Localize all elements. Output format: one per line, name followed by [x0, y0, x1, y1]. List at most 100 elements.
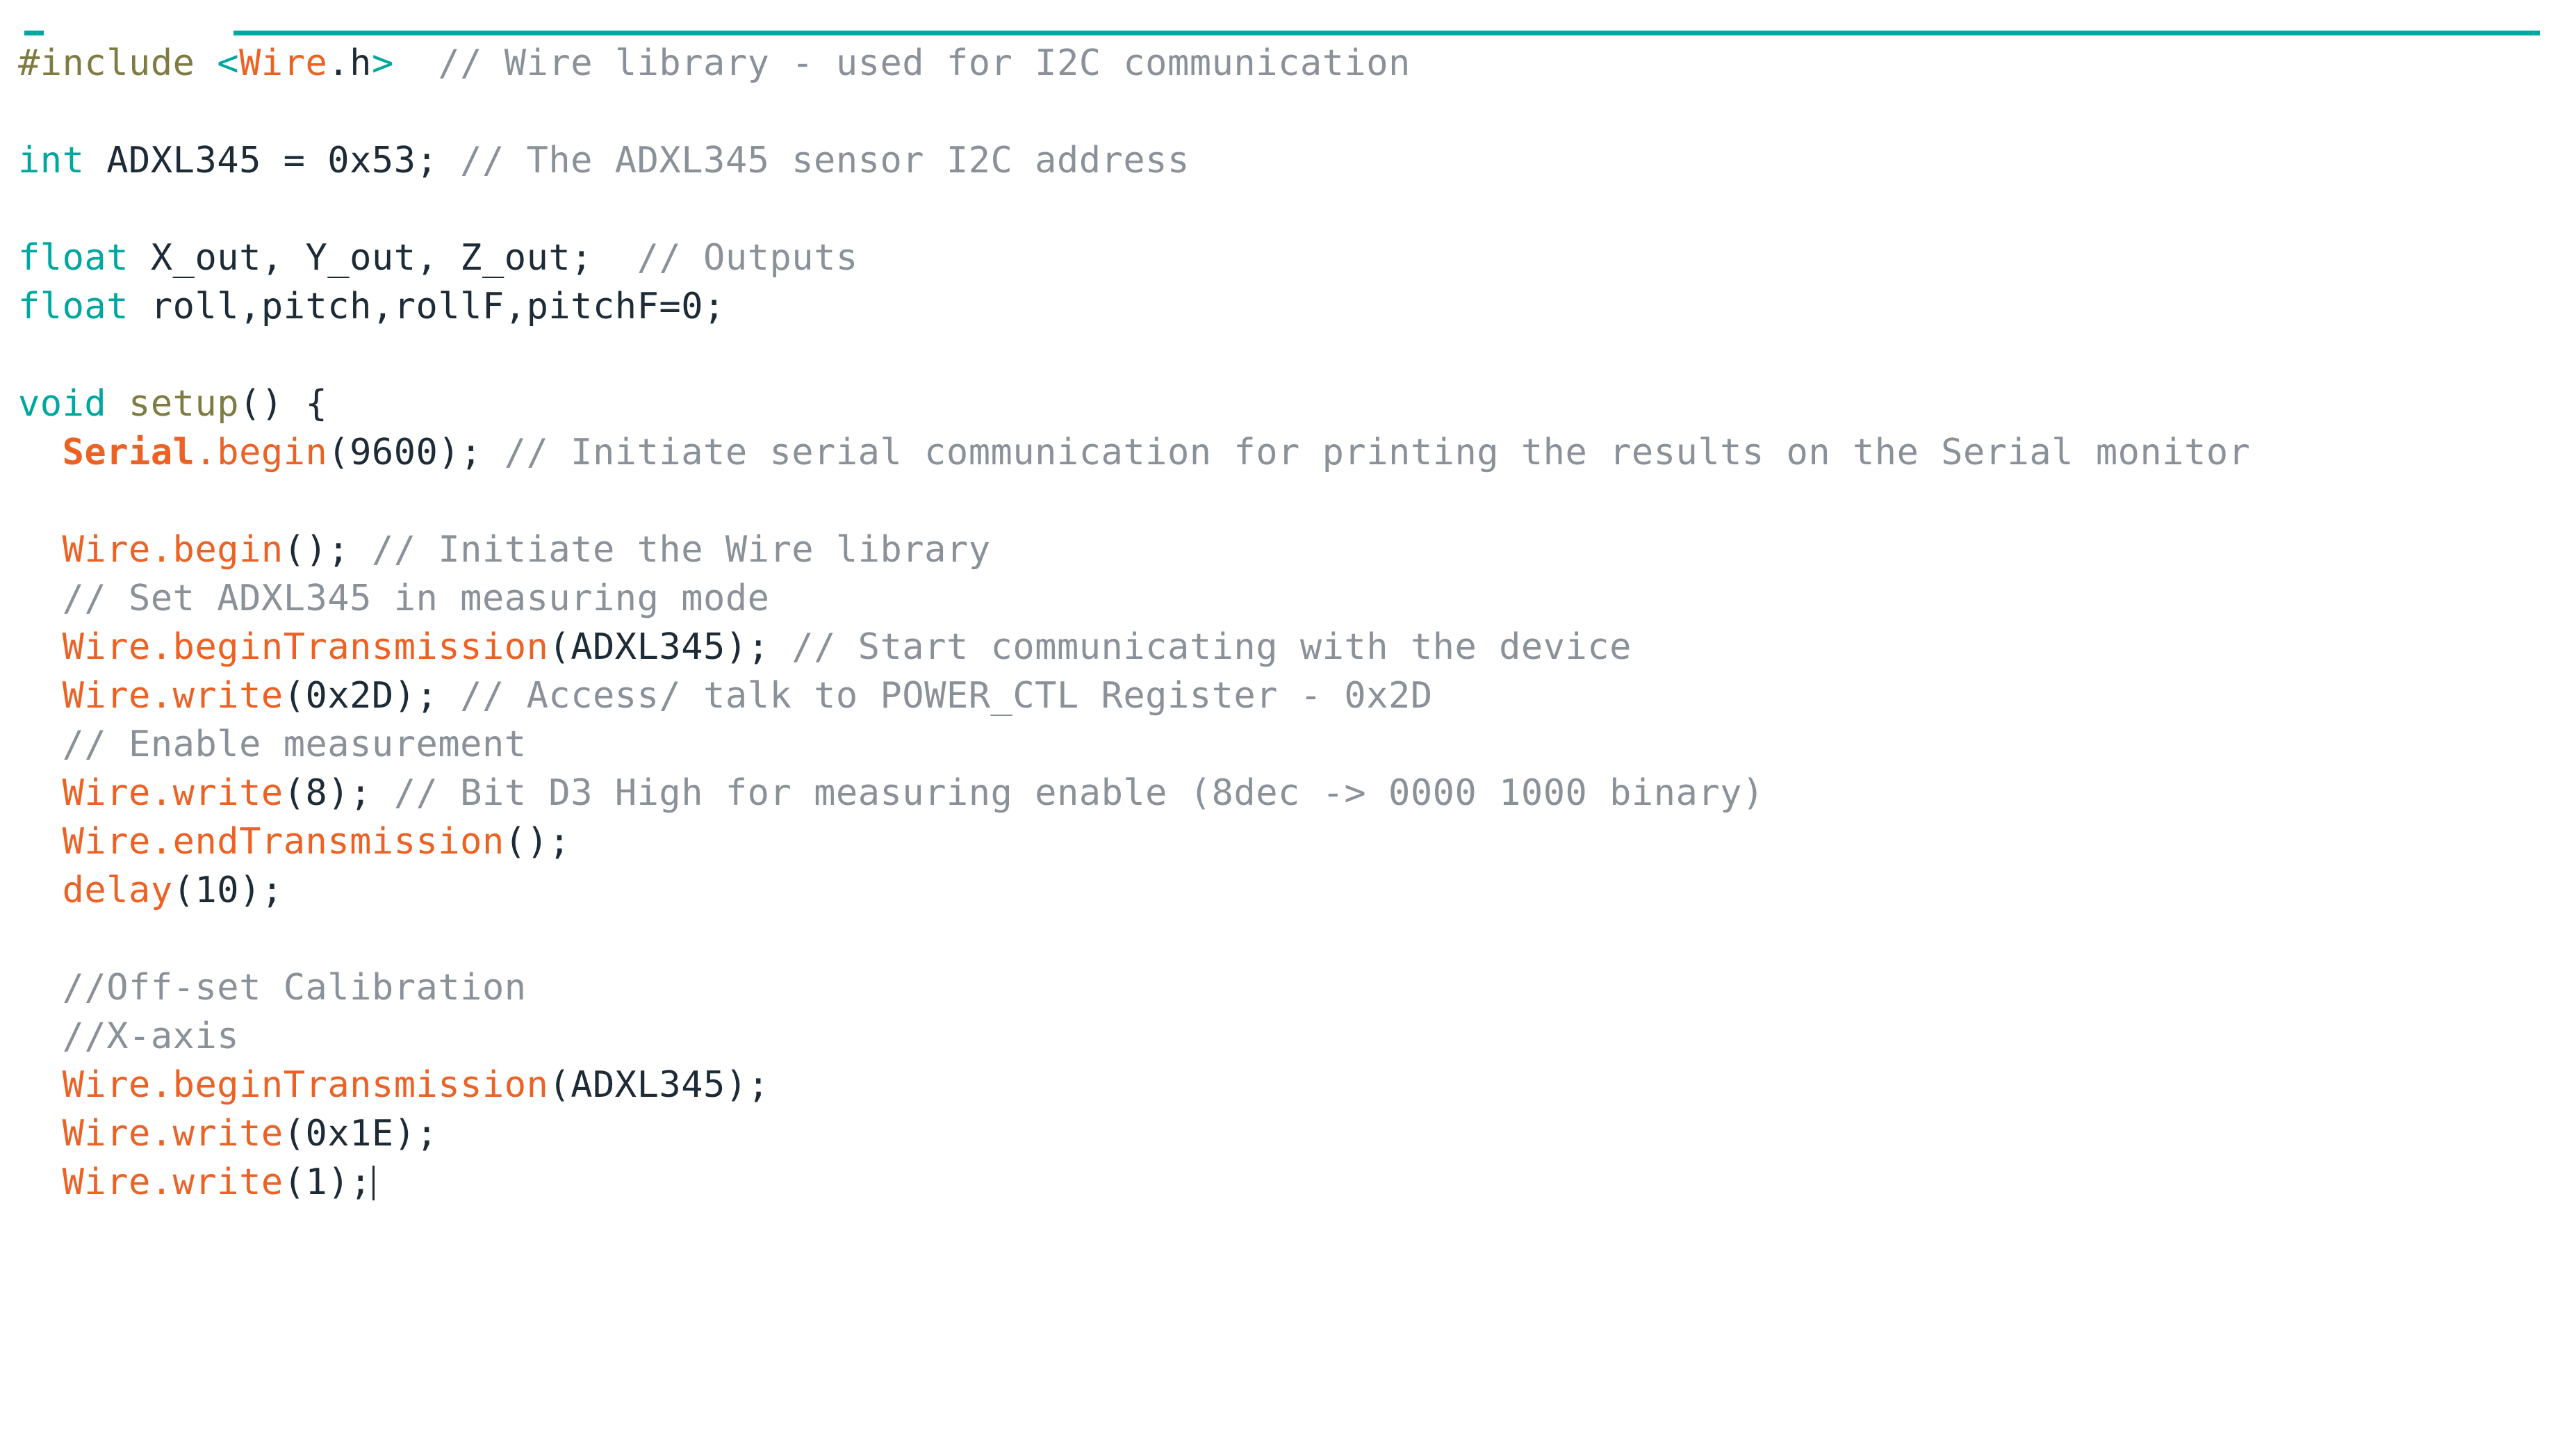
code-token: >	[371, 42, 394, 84]
line-comment-x-axis[interactable]: //X-axis	[0, 1012, 2576, 1061]
code-token: float	[18, 286, 129, 327]
code-token: (0x1E);	[283, 1113, 438, 1155]
code-token: ();	[283, 529, 372, 571]
line-write-power-ctl[interactable]: Wire.write(0x2D); // Access/ talk to POW…	[0, 671, 2576, 720]
code-token: .write	[150, 675, 284, 717]
line-comment-measuring-mode[interactable]: // Set ADXL345 in measuring mode	[0, 574, 2576, 623]
code-token: .begin	[195, 432, 328, 473]
line-serial-begin[interactable]: Serial.begin(9600); // Initiate serial c…	[0, 428, 2576, 477]
code-token: Wire	[62, 1113, 151, 1155]
code-token: (1);	[283, 1161, 372, 1203]
code-token: X_out, Y_out, Z_out;	[129, 237, 637, 279]
code-token: Wire	[62, 626, 151, 668]
code-token: (8);	[283, 772, 394, 814]
code-token: Wire	[62, 772, 151, 814]
code-token: () {	[239, 383, 328, 425]
code-token: #include	[18, 42, 218, 84]
code-token: delay	[62, 870, 173, 911]
text-cursor	[372, 1166, 375, 1200]
code-token: roll,pitch,rollF,pitchF=0;	[129, 286, 725, 327]
line-blank-3	[0, 331, 2576, 380]
line-comment-offset-calibration[interactable]: //Off-set Calibration	[0, 963, 2576, 1012]
line-blank-4	[0, 477, 2576, 525]
code-token: // The ADXL345 sensor I2C address	[460, 140, 1190, 181]
code-token: Wire	[62, 529, 151, 571]
code-token: (10);	[172, 870, 284, 911]
line-write-8[interactable]: Wire.write(8); // Bit D3 High for measur…	[0, 769, 2576, 817]
line-delay-10[interactable]: delay(10);	[0, 866, 2576, 915]
code-token: .write	[150, 772, 284, 814]
line-include[interactable]: #include <Wire.h> // Wire library - used…	[0, 39, 2576, 88]
code-token: .beginTransmission	[150, 1064, 549, 1106]
code-token: // Bit D3 High for measuring enable (8de…	[393, 772, 1764, 814]
line-write-1[interactable]: Wire.write(1);	[0, 1158, 2576, 1207]
code-token: (ADXL345);	[548, 1064, 770, 1106]
active-tab-marker[interactable]	[24, 31, 44, 35]
code-token: .endTransmission	[150, 821, 504, 863]
code-token: Wire	[239, 42, 328, 84]
line-blank-2	[0, 185, 2576, 234]
code-token: Serial	[62, 432, 195, 473]
line-setup-open[interactable]: void setup() {	[0, 380, 2576, 428]
code-token: setup	[129, 383, 240, 425]
code-token: // Wire library - used for I2C communica…	[393, 42, 1411, 84]
code-token: Wire	[62, 675, 151, 717]
code-token: .begin	[150, 529, 284, 571]
code-token: //X-axis	[62, 1015, 240, 1057]
code-token: // Access/ talk to POWER_CTL Register - …	[460, 675, 1433, 717]
code-token: // Start communicating with the device	[791, 626, 1632, 668]
code-token: .beginTransmission	[150, 626, 549, 668]
code-token: ();	[504, 821, 571, 863]
code-token: .write	[150, 1161, 284, 1203]
code-token: // Initiate serial communication for pri…	[504, 432, 2251, 473]
code-token: (0x2D);	[283, 675, 461, 717]
line-float-roll-pitch[interactable]: float roll,pitch,rollF,pitchF=0;	[0, 282, 2576, 331]
line-float-outputs[interactable]: float X_out, Y_out, Z_out; // Outputs	[0, 234, 2576, 282]
code-token: // Set ADXL345 in measuring mode	[62, 578, 770, 619]
line-end-transmission[interactable]: Wire.endTransmission();	[0, 817, 2576, 866]
line-blank-1	[0, 88, 2576, 136]
line-begin-transmission-1[interactable]: Wire.beginTransmission(ADXL345); // Star…	[0, 623, 2576, 671]
code-token: ADXL345 = 0x53;	[84, 140, 461, 181]
code-token: // Enable measurement	[62, 724, 527, 765]
code-token: float	[18, 237, 129, 279]
code-token: <	[217, 42, 240, 84]
code-token: .h	[327, 42, 372, 84]
line-wire-begin[interactable]: Wire.begin(); // Initiate the Wire libra…	[0, 525, 2576, 574]
code-token: (ADXL345);	[548, 626, 792, 668]
line-adxl-address[interactable]: int ADXL345 = 0x53; // The ADXL345 senso…	[0, 136, 2576, 185]
code-token: int	[18, 140, 85, 181]
code-token: (9600);	[327, 432, 504, 473]
code-editor-window: #include <Wire.h> // Wire library - used…	[0, 0, 2576, 1452]
code-token: Wire	[62, 821, 151, 863]
code-token: Wire	[62, 1161, 151, 1203]
editor-tab-strip	[0, 0, 2576, 39]
line-comment-enable-measurement[interactable]: // Enable measurement	[0, 720, 2576, 769]
code-token: // Initiate the Wire library	[371, 529, 991, 571]
code-token: void	[18, 383, 107, 425]
code-token: // Outputs	[637, 237, 858, 279]
tab-strip-underline	[233, 31, 2540, 35]
line-begin-transmission-2[interactable]: Wire.beginTransmission(ADXL345);	[0, 1061, 2576, 1109]
code-text-area[interactable]: #include <Wire.h> // Wire library - used…	[0, 39, 2576, 1452]
code-token: //Off-set Calibration	[62, 967, 527, 1009]
line-blank-5	[0, 915, 2576, 963]
code-token: Wire	[62, 1064, 151, 1106]
line-write-0x1e[interactable]: Wire.write(0x1E);	[0, 1109, 2576, 1158]
code-token: .write	[150, 1113, 284, 1155]
